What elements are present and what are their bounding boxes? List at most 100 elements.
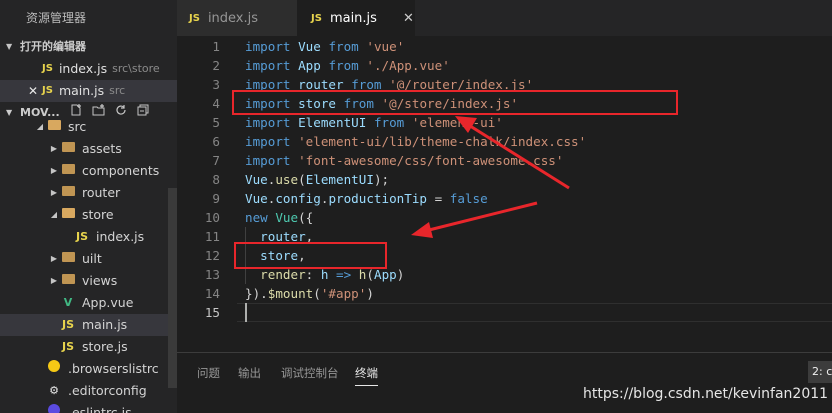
code-token: ElementUI: [298, 115, 367, 130]
code-token: App: [298, 58, 321, 73]
editor-tab[interactable]: JS index.js: [177, 0, 297, 36]
open-editors-list: JS index.js src\store ✕ JS main.js src: [0, 58, 177, 102]
code-token: ): [366, 286, 374, 301]
code-token: Vue: [298, 39, 321, 54]
sidebar-scrollbar[interactable]: [168, 188, 177, 388]
chevron-down-icon: ◢: [36, 122, 44, 131]
close-icon[interactable]: ✕: [403, 11, 414, 26]
code-token: from: [328, 39, 359, 54]
code-token: $mount: [267, 286, 314, 301]
open-editors-header[interactable]: ▼ 打开的编辑器: [0, 36, 177, 58]
code-token: import: [245, 39, 291, 54]
tree-item-label: src: [68, 119, 87, 134]
annotation-box-import-store: [232, 90, 678, 115]
tree-item[interactable]: ⚙ .editorconfig: [0, 380, 177, 402]
panel-tab[interactable]: 输出: [238, 363, 261, 383]
code-line[interactable]: 10 new Vue({: [177, 208, 832, 227]
tree-item-label: store: [82, 207, 114, 222]
folder-icon: [60, 138, 76, 160]
code-token: Vue: [275, 210, 299, 225]
open-editor-item[interactable]: ✕ JS main.js src: [0, 80, 177, 102]
chevron-down-icon: ◢: [50, 210, 58, 219]
tree-item[interactable]: JS store.js: [0, 336, 177, 358]
tree-item[interactable]: .browserslistrc: [0, 358, 177, 380]
explorer-sidebar: 资源管理器 ▼ 打开的编辑器 JS index.js src\store ✕ JS mai…: [0, 0, 177, 413]
code-line[interactable]: 9 Vue.config.productionTip = false: [177, 189, 832, 208]
code-line[interactable]: 5 import ElementUI from 'element-ui': [177, 113, 832, 132]
code-token: ElementUI: [305, 172, 374, 187]
folder-shape: [61, 186, 75, 196]
panel-tab[interactable]: 问题: [197, 363, 220, 383]
code-token: }).: [245, 286, 268, 301]
code-token: './App.vue': [366, 58, 450, 73]
line-code: Vue.config.productionTip = false: [245, 189, 488, 208]
code-editor[interactable]: 1 import Vue from 'vue' 2 import App from '…: [177, 36, 832, 352]
js-file-icon: JS: [61, 340, 74, 353]
code-line[interactable]: 2 import App from './App.vue': [177, 56, 832, 75]
code-token: 'font-awesome/css/font-awesome.css': [298, 153, 564, 168]
line-code: import Vue from 'vue': [245, 37, 404, 56]
folder-icon: [60, 204, 76, 226]
code-token: import: [245, 134, 291, 149]
tree-item-label: assets: [82, 141, 122, 156]
tree-item[interactable]: V App.vue: [0, 292, 177, 314]
line-number: 4: [212, 96, 220, 111]
tree-item[interactable]: ▶ assets: [0, 138, 177, 160]
open-editor-name: main.js: [58, 83, 105, 98]
code-token: 'element-ui/lib/theme-chalk/index.css': [298, 134, 587, 149]
folder-shape: [61, 142, 75, 152]
text-cursor: [245, 303, 247, 322]
js-file-icon: JS: [75, 230, 88, 243]
tree-item[interactable]: .eslintrc.js: [0, 402, 177, 413]
line-number: 6: [212, 134, 220, 149]
open-editor-item[interactable]: JS index.js src\store: [0, 58, 177, 80]
code-token: App: [373, 267, 397, 282]
browserslist-icon: [46, 358, 62, 380]
line-number: 7: [212, 153, 220, 168]
code-token: ({: [298, 210, 314, 225]
tree-item[interactable]: ◢ store: [0, 204, 177, 226]
folder-shape: [61, 274, 75, 284]
tree-item[interactable]: JS main.js: [0, 314, 177, 336]
js-file-icon: JS: [61, 318, 74, 331]
tree-item-label: .editorconfig: [68, 383, 147, 398]
line-number: 9: [212, 191, 220, 206]
code-line[interactable]: 6 import 'element-ui/lib/theme-chalk/inde…: [177, 132, 832, 151]
folder-shape: [61, 164, 75, 174]
code-token: Vue: [245, 191, 268, 206]
terminal-select[interactable]: 2: c: [808, 361, 832, 383]
chevron-right-icon: ▶: [50, 166, 58, 175]
line-code: import 'element-ui/lib/theme-chalk/index…: [245, 132, 586, 151]
js-file-icon: JS: [311, 12, 322, 24]
panel-tab[interactable]: 终端: [355, 363, 378, 386]
code-token: false: [449, 191, 488, 206]
code-token: import: [245, 58, 291, 73]
code-line[interactable]: 1 import Vue from 'vue': [177, 37, 832, 56]
browserslist-dot: [48, 360, 60, 372]
tree-item[interactable]: ▶ views: [0, 270, 177, 292]
tree-item[interactable]: ▶ components: [0, 160, 177, 182]
code-line[interactable]: 15: [177, 303, 832, 322]
code-line[interactable]: 8 Vue.use(ElementUI);: [177, 170, 832, 189]
code-token: =: [427, 191, 450, 206]
panel-tab[interactable]: 调试控制台: [281, 363, 339, 383]
code-token: :: [305, 267, 321, 282]
code-line[interactable]: 7 import 'font-awesome/css/font-awesome.c…: [177, 151, 832, 170]
tree-item[interactable]: ▶ router: [0, 182, 177, 204]
editor-tab[interactable]: JS main.js ✕: [297, 0, 415, 36]
close-icon[interactable]: ✕: [28, 80, 42, 102]
code-token: import: [245, 153, 291, 168]
tree-item[interactable]: ◢ src: [0, 116, 177, 138]
chevron-down-icon: ▼: [6, 42, 13, 51]
tree-item-label: components: [82, 163, 160, 178]
watermark-text: https://blog.csdn.net/kevinfan2011: [583, 386, 829, 402]
code-line[interactable]: 14}).$mount('#app'): [177, 284, 832, 303]
tree-item[interactable]: ▶ uilt: [0, 248, 177, 270]
tree-item[interactable]: JS index.js: [0, 226, 177, 248]
line-number: 15: [204, 305, 220, 320]
